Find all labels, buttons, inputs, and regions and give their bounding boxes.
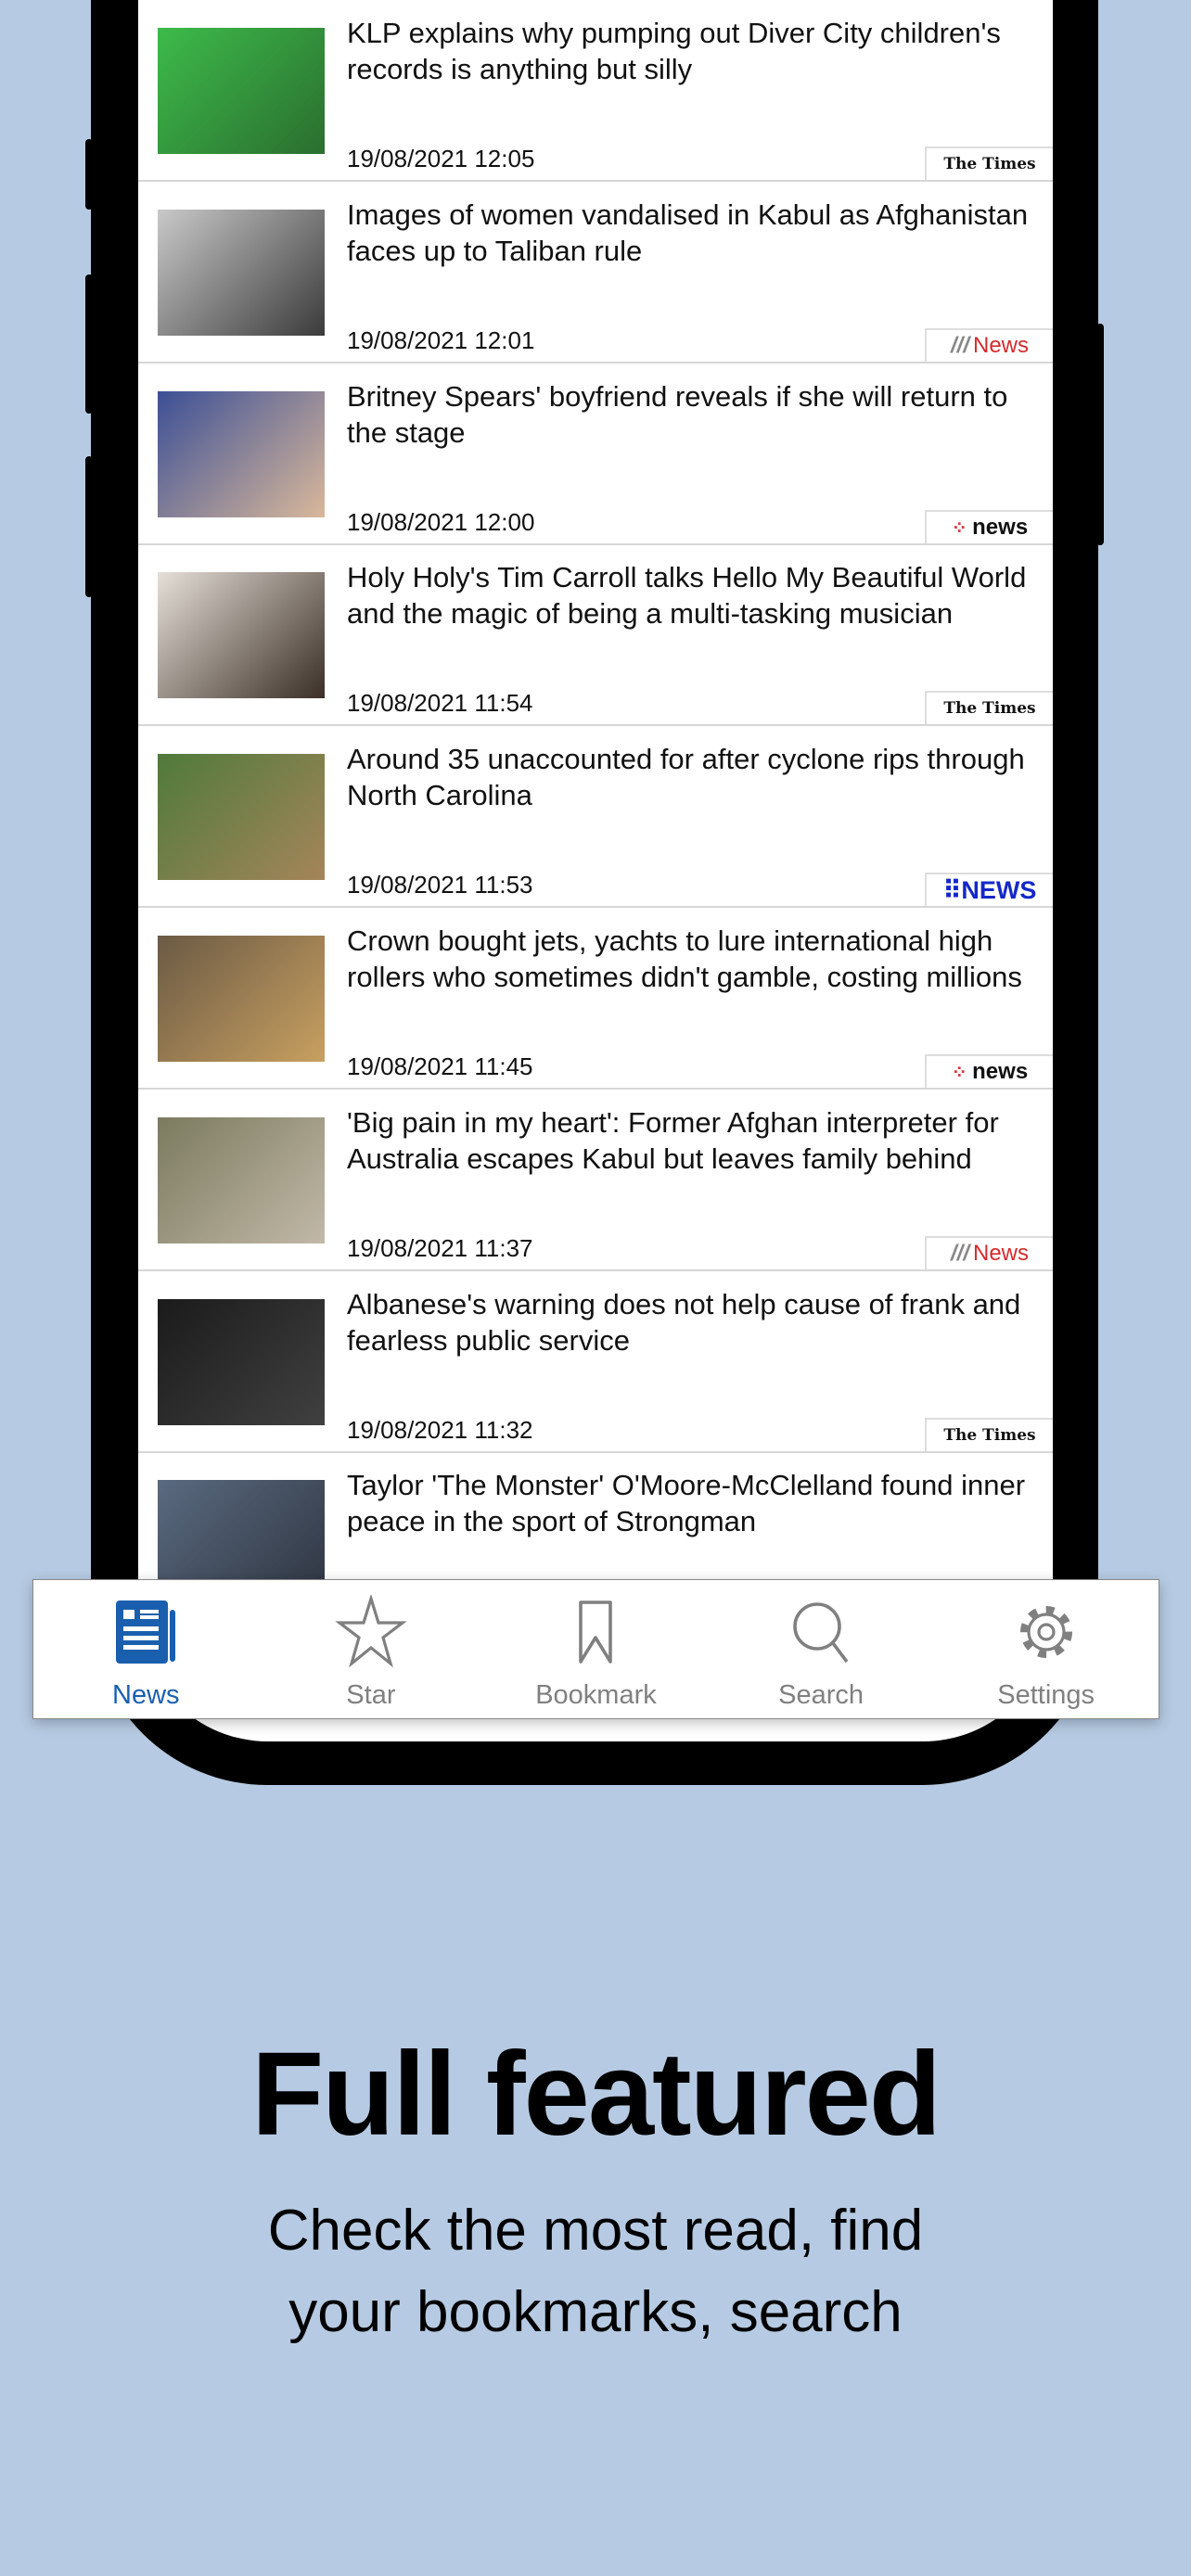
tab-settings[interactable]: Settings [933, 1580, 1159, 1718]
article-thumbnail [158, 1116, 325, 1243]
tab-bar: News Star Bookmark Search Settings [32, 1579, 1159, 1719]
source-name: The Times [943, 1425, 1036, 1445]
tab-label: Settings [997, 1680, 1095, 1710]
source-name: News [973, 332, 1030, 358]
sbs-logo-icon: /// [950, 332, 969, 358]
nine-logo-icon: ⠿ [942, 875, 962, 904]
source-logo: ⁘ news [925, 509, 1053, 543]
promo-subtitle-line: your bookmarks, search [288, 2280, 903, 2344]
article-title: Images of women vandalised in Kabul as A… [347, 198, 1029, 267]
bookmark-icon [579, 1600, 613, 1664]
source-name: The Times [943, 155, 1036, 173]
seven-logo-icon: ⁘ [951, 1063, 973, 1083]
article-row[interactable]: Britney Spears' boyfriend reveals if she… [138, 363, 1053, 545]
gear-icon [1019, 1606, 1072, 1658]
search-icon [793, 1602, 849, 1664]
source-logo: The Times [925, 691, 1053, 725]
tab-search[interactable]: Search [709, 1580, 934, 1718]
promo-subtitle: Check the most read, find your bookmarks… [0, 2190, 1191, 2353]
article-thumbnail [158, 572, 325, 699]
article-row[interactable]: KLP explains why pumping out Diver City … [138, 0, 1053, 182]
article-thumbnail [158, 28, 325, 154]
tab-label: Search [778, 1680, 864, 1710]
sbs-logo-icon: /// [950, 1240, 969, 1266]
article-row[interactable]: Around 35 unaccounted for after cyclone … [138, 726, 1053, 909]
source-logo: The Times [925, 147, 1053, 180]
article-title: Crown bought jets, yachts to lure intern… [347, 925, 1022, 993]
article-title: 'Big pain in my heart': Former Afghan in… [347, 1105, 999, 1175]
article-title: KLP explains why pumping out Diver City … [347, 17, 1001, 85]
article-row[interactable]: Crown bought jets, yachts to lure intern… [138, 908, 1053, 1090]
article-row[interactable]: 'Big pain in my heart': Former Afghan in… [138, 1090, 1053, 1271]
article-row[interactable]: Holy Holy's Tim Carroll talks Hello My B… [138, 544, 1053, 727]
article-date: 19/08/2021 11:53 [347, 871, 533, 899]
promo-headline: Full featured [250, 2028, 941, 2161]
article-row[interactable]: Albanese's warning does not help cause o… [138, 1271, 1053, 1453]
article-thumbnail [158, 936, 325, 1062]
tab-label: Star [346, 1680, 396, 1710]
source-name: news [972, 1059, 1029, 1084]
source-logo: ⠿NEWS [925, 873, 1053, 907]
tab-label: News [112, 1680, 180, 1710]
article-date: 19/08/2021 11:54 [347, 689, 533, 718]
article-row[interactable]: Images of women vandalised in Kabul as A… [138, 182, 1053, 363]
source-logo: ⁘ news [925, 1054, 1053, 1088]
phone-volume-up [85, 274, 93, 414]
source-logo: ///News [925, 1235, 1053, 1269]
article-date: 19/08/2021 11:37 [347, 1233, 533, 1262]
phone-volume-down [85, 456, 93, 597]
tab-star[interactable]: Star [259, 1580, 484, 1718]
article-date: 19/08/2021 11:32 [347, 1415, 533, 1444]
phone-side-button [85, 139, 93, 210]
phone-power-button [1096, 324, 1104, 545]
article-title: Albanese's warning does not help cause o… [347, 1287, 1021, 1357]
article-date: 19/08/2021 11:45 [347, 1052, 533, 1080]
seven-logo-icon: ⁘ [951, 517, 973, 539]
source-name: news [972, 514, 1029, 540]
news-list[interactable]: KLP explains why pumping out Diver City … [138, 0, 1053, 1741]
newspaper-icon [116, 1600, 176, 1664]
promo-subtitle-line: Check the most read, find [267, 2199, 924, 2263]
article-date: 19/08/2021 12:05 [347, 145, 535, 172]
source-name: News [973, 1240, 1030, 1266]
source-logo: ///News [925, 327, 1053, 362]
article-thumbnail [158, 390, 325, 517]
tab-label: Bookmark [535, 1680, 657, 1710]
source-name: The Times [943, 699, 1036, 719]
article-thumbnail [158, 1298, 325, 1425]
source-name: NEWS [961, 875, 1037, 904]
tab-bookmark[interactable]: Bookmark [483, 1580, 709, 1718]
article-title: Taylor 'The Monster' O'Moore-McClelland … [347, 1469, 1026, 1538]
article-date: 19/08/2021 12:00 [347, 507, 535, 536]
tab-news[interactable]: News [33, 1580, 259, 1718]
star-icon [335, 1595, 407, 1668]
article-title: Around 35 unaccounted for after cyclone … [347, 743, 1025, 812]
article-date: 19/08/2021 12:01 [347, 325, 535, 354]
source-logo: The Times [925, 1417, 1053, 1451]
article-title: Britney Spears' boyfriend reveals if she… [347, 379, 1008, 449]
article-thumbnail [158, 754, 325, 881]
article-thumbnail [158, 209, 325, 336]
article-title: Holy Holy's Tim Carroll talks Hello My B… [347, 561, 1027, 631]
